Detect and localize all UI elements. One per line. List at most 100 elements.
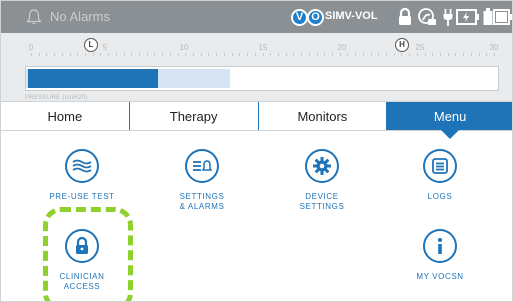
scale-tick xyxy=(270,53,272,56)
logs-button[interactable]: LOGS xyxy=(385,149,495,202)
scale-tick xyxy=(293,53,295,56)
high-limit-marker[interactable]: H xyxy=(395,38,409,52)
scale-tick xyxy=(393,53,395,56)
scale-tick xyxy=(139,53,141,56)
pressure-bar xyxy=(25,66,499,91)
gear-icon xyxy=(305,149,339,183)
battery-charging-icon xyxy=(456,9,479,25)
scale-tick xyxy=(77,53,79,56)
scale-tick xyxy=(69,53,71,56)
scale-tick xyxy=(401,53,403,56)
device-settings-button[interactable]: DEVICE SETTINGS xyxy=(267,149,377,212)
pressure-bar-fill xyxy=(28,69,158,88)
scale-tick xyxy=(470,53,472,56)
scale-tick xyxy=(385,53,387,56)
scale-tick xyxy=(463,53,465,56)
settings-alarms-icon xyxy=(185,149,219,183)
scale-tick xyxy=(455,53,457,56)
scale-tick xyxy=(146,53,148,56)
scale-tick xyxy=(239,53,241,56)
scale-tick xyxy=(262,53,264,56)
logs-icon xyxy=(423,149,457,183)
scale-tick xyxy=(285,53,287,56)
scale-tick xyxy=(494,53,495,56)
scale-tick xyxy=(223,53,225,56)
menu-label: MY VOCSN xyxy=(416,272,464,281)
scale-tick xyxy=(347,53,349,56)
scale-tick xyxy=(331,53,333,56)
scale-tick xyxy=(378,53,380,56)
scale-tick xyxy=(478,53,480,56)
scale-tick xyxy=(193,53,195,56)
scale-tick xyxy=(486,53,488,56)
scale-tick xyxy=(339,53,341,56)
scale-tick xyxy=(254,53,256,56)
menu-label: PRE-USE TEST xyxy=(49,192,115,201)
scale-tick xyxy=(85,53,87,56)
scale-tick-label: 20 xyxy=(337,43,347,52)
plug-icon xyxy=(443,9,453,26)
settings-alarms-button[interactable]: SETTINGS & ALARMS xyxy=(147,149,257,212)
scale-tick xyxy=(31,53,32,56)
scale-tick xyxy=(416,53,418,56)
scale-tick xyxy=(185,53,187,56)
scale-tick xyxy=(308,53,310,56)
info-icon xyxy=(423,229,457,263)
bell-icon xyxy=(26,9,42,25)
scale-tick xyxy=(154,53,156,56)
scale-tick xyxy=(324,53,326,56)
scale-tick xyxy=(301,53,303,56)
scale-tick xyxy=(162,53,164,56)
scale-tick xyxy=(316,53,318,56)
scale-tick-label: 25 xyxy=(415,43,425,52)
clinician-access-highlight xyxy=(43,207,133,301)
scale-tick-label: 10 xyxy=(179,43,189,52)
scale-tick xyxy=(123,53,125,56)
ventilation-mode: SIMV-VOL xyxy=(325,10,378,22)
scale-tick xyxy=(200,53,202,56)
touch-lock-icon[interactable] xyxy=(417,7,437,27)
low-limit-marker[interactable]: L xyxy=(84,38,98,52)
scale-tick xyxy=(424,53,426,56)
pre-use-test-button[interactable]: PRE-USE TEST xyxy=(27,149,137,202)
scale-tick xyxy=(115,53,117,56)
scale-tick xyxy=(247,53,249,56)
scale-tick xyxy=(108,53,110,56)
scale-tick xyxy=(355,53,357,56)
scale-tick xyxy=(38,53,40,56)
scale-tick xyxy=(362,53,364,56)
scale-tick xyxy=(46,53,48,56)
tab-therapy[interactable]: Therapy xyxy=(128,102,258,130)
airflow-icon xyxy=(65,149,99,183)
scale-tick xyxy=(370,53,372,56)
scale-tick xyxy=(61,53,63,56)
alarm-status-text: No Alarms xyxy=(50,9,110,24)
menu-label: DEVICE SETTINGS xyxy=(299,192,345,211)
scale-tick xyxy=(447,53,449,56)
my-vocsn-button[interactable]: MY VOCSN xyxy=(385,229,495,282)
scale-tick xyxy=(439,53,441,56)
menu-label: SETTINGS & ALARMS xyxy=(179,192,225,211)
scale-tick xyxy=(131,53,133,56)
scale-tick xyxy=(177,53,179,56)
oxygen-badge: O xyxy=(307,9,324,26)
scale-tick xyxy=(409,53,411,56)
menu-label: LOGS xyxy=(427,192,453,201)
scale-tick xyxy=(216,53,218,56)
scale-tick xyxy=(277,53,279,56)
lock-icon[interactable] xyxy=(397,7,413,27)
scale-tick xyxy=(92,53,94,56)
scale-tick xyxy=(208,53,210,56)
scale-tick-label: 15 xyxy=(258,43,268,52)
tab-home[interactable]: Home xyxy=(1,102,129,130)
scale-tick xyxy=(432,53,434,56)
scale-tick-label: 0 xyxy=(28,43,34,52)
battery-icon xyxy=(493,9,512,25)
scale-tick-label: 5 xyxy=(102,43,108,52)
tab-monitors[interactable]: Monitors xyxy=(257,102,387,130)
status-bar: No Alarms V O SIMV-VOL xyxy=(1,1,512,33)
tab-menu[interactable]: Menu xyxy=(386,102,512,139)
ventilator-screen: No Alarms V O SIMV-VOL 0 5 10 15 20 25 3… xyxy=(0,0,513,302)
ventilation-badge: V xyxy=(291,9,308,26)
scale-tick xyxy=(169,53,171,56)
